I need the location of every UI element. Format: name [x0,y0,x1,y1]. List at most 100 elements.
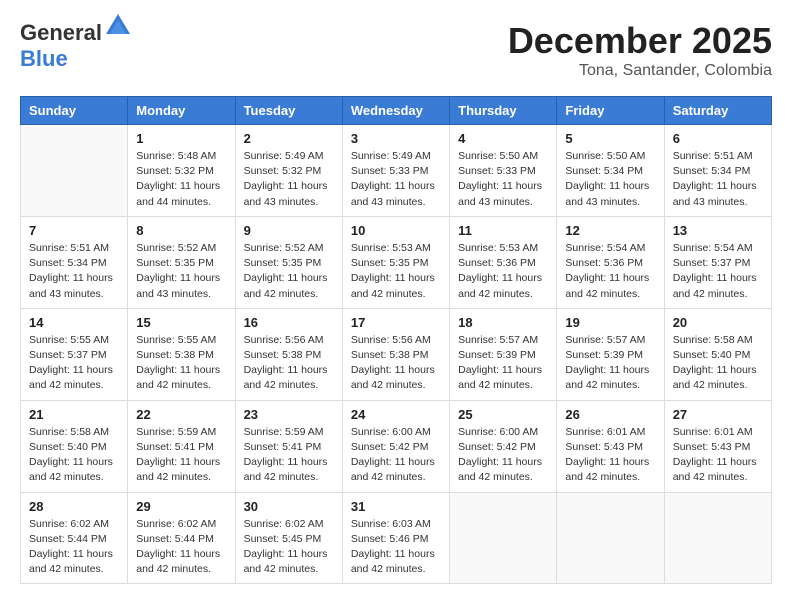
day-info: Sunrise: 5:53 AMSunset: 5:36 PMDaylight:… [458,241,548,302]
day-info: Sunrise: 5:54 AMSunset: 5:37 PMDaylight:… [673,241,763,302]
day-number: 14 [29,315,119,330]
calendar-cell: 30 Sunrise: 6:02 AMSunset: 5:45 PMDayligh… [235,492,342,584]
col-header-sunday: Sunday [21,97,128,125]
calendar-cell: 19 Sunrise: 5:57 AMSunset: 5:39 PMDayligh… [557,308,664,400]
calendar-cell [450,492,557,584]
day-info: Sunrise: 6:01 AMSunset: 5:43 PMDaylight:… [565,425,655,486]
day-number: 2 [244,131,334,146]
day-info: Sunrise: 5:52 AMSunset: 5:35 PMDaylight:… [136,241,226,302]
day-number: 6 [673,131,763,146]
calendar-cell: 31 Sunrise: 6:03 AMSunset: 5:46 PMDayligh… [342,492,449,584]
day-number: 11 [458,223,548,238]
day-number: 31 [351,499,441,514]
day-number: 8 [136,223,226,238]
logo: General Blue [20,20,132,72]
day-info: Sunrise: 6:03 AMSunset: 5:46 PMDaylight:… [351,517,441,578]
day-number: 25 [458,407,548,422]
day-number: 18 [458,315,548,330]
day-info: Sunrise: 5:53 AMSunset: 5:35 PMDaylight:… [351,241,441,302]
day-number: 7 [29,223,119,238]
calendar-cell: 17 Sunrise: 5:56 AMSunset: 5:38 PMDayligh… [342,308,449,400]
day-number: 23 [244,407,334,422]
day-info: Sunrise: 5:48 AMSunset: 5:32 PMDaylight:… [136,149,226,210]
col-header-monday: Monday [128,97,235,125]
day-info: Sunrise: 5:55 AMSunset: 5:38 PMDaylight:… [136,333,226,394]
col-header-tuesday: Tuesday [235,97,342,125]
day-info: Sunrise: 6:01 AMSunset: 5:43 PMDaylight:… [673,425,763,486]
calendar-cell: 13 Sunrise: 5:54 AMSunset: 5:37 PMDayligh… [664,216,771,308]
calendar-cell: 23 Sunrise: 5:59 AMSunset: 5:41 PMDayligh… [235,400,342,492]
calendar-cell: 5 Sunrise: 5:50 AMSunset: 5:34 PMDaylight… [557,125,664,217]
calendar-cell: 7 Sunrise: 5:51 AMSunset: 5:34 PMDaylight… [21,216,128,308]
day-info: Sunrise: 5:57 AMSunset: 5:39 PMDaylight:… [565,333,655,394]
logo-blue-text: Blue [20,46,68,71]
day-number: 20 [673,315,763,330]
day-info: Sunrise: 5:50 AMSunset: 5:34 PMDaylight:… [565,149,655,210]
day-number: 5 [565,131,655,146]
day-info: Sunrise: 6:02 AMSunset: 5:45 PMDaylight:… [244,517,334,578]
col-header-friday: Friday [557,97,664,125]
day-info: Sunrise: 5:56 AMSunset: 5:38 PMDaylight:… [244,333,334,394]
calendar-cell: 29Sunrise: 6:02 AMSunset: 5:44 PMDayligh… [128,492,235,584]
calendar-cell: 25Sunrise: 6:00 AMSunset: 5:42 PMDayligh… [450,400,557,492]
day-info: Sunrise: 6:02 AMSunset: 5:44 PMDaylight:… [29,517,119,578]
calendar-week-row: 7 Sunrise: 5:51 AMSunset: 5:34 PMDaylight… [21,216,772,308]
calendar-cell: 28Sunrise: 6:02 AMSunset: 5:44 PMDayligh… [21,492,128,584]
calendar-cell: 3 Sunrise: 5:49 AMSunset: 5:33 PMDaylight… [342,125,449,217]
day-number: 13 [673,223,763,238]
day-number: 26 [565,407,655,422]
day-info: Sunrise: 5:56 AMSunset: 5:38 PMDaylight:… [351,333,441,394]
logo-wordmark: General Blue [20,20,132,72]
calendar-cell [664,492,771,584]
calendar-header-row: SundayMondayTuesdayWednesdayThursdayFrid… [21,97,772,125]
calendar-week-row: 28Sunrise: 6:02 AMSunset: 5:44 PMDayligh… [21,492,772,584]
day-number: 22 [136,407,226,422]
main-title: December 2025 [508,20,772,62]
day-info: Sunrise: 5:55 AMSunset: 5:37 PMDaylight:… [29,333,119,394]
day-info: Sunrise: 5:59 AMSunset: 5:41 PMDaylight:… [244,425,334,486]
day-number: 4 [458,131,548,146]
day-number: 12 [565,223,655,238]
day-number: 17 [351,315,441,330]
day-number: 10 [351,223,441,238]
calendar-cell: 26 Sunrise: 6:01 AMSunset: 5:43 PMDayligh… [557,400,664,492]
day-number: 15 [136,315,226,330]
day-info: Sunrise: 5:58 AMSunset: 5:40 PMDaylight:… [29,425,119,486]
day-number: 1 [136,131,226,146]
logo-icon [104,12,132,40]
day-info: Sunrise: 5:49 AMSunset: 5:33 PMDaylight:… [351,149,441,210]
day-info: Sunrise: 5:59 AMSunset: 5:41 PMDaylight:… [136,425,226,486]
calendar-cell: 10 Sunrise: 5:53 AMSunset: 5:35 PMDayligh… [342,216,449,308]
calendar-cell: 9Sunrise: 5:52 AMSunset: 5:35 PMDaylight… [235,216,342,308]
calendar-week-row: 21 Sunrise: 5:58 AMSunset: 5:40 PMDayligh… [21,400,772,492]
day-number: 3 [351,131,441,146]
day-number: 30 [244,499,334,514]
calendar-cell: 8 Sunrise: 5:52 AMSunset: 5:35 PMDaylight… [128,216,235,308]
calendar-cell [21,125,128,217]
calendar-cell: 2 Sunrise: 5:49 AMSunset: 5:32 PMDaylight… [235,125,342,217]
calendar-cell: 18 Sunrise: 5:57 AMSunset: 5:39 PMDayligh… [450,308,557,400]
page-header: General Blue December 2025 Tona, Santand… [20,20,772,80]
day-info: Sunrise: 5:57 AMSunset: 5:39 PMDaylight:… [458,333,548,394]
calendar-cell: 16Sunrise: 5:56 AMSunset: 5:38 PMDayligh… [235,308,342,400]
day-info: Sunrise: 5:50 AMSunset: 5:33 PMDaylight:… [458,149,548,210]
day-info: Sunrise: 5:51 AMSunset: 5:34 PMDaylight:… [29,241,119,302]
day-info: Sunrise: 5:58 AMSunset: 5:40 PMDaylight:… [673,333,763,394]
logo-general-text: General [20,20,102,45]
sub-title: Tona, Santander, Colombia [508,62,772,80]
day-number: 21 [29,407,119,422]
calendar-week-row: 1 Sunrise: 5:48 AMSunset: 5:32 PMDaylight… [21,125,772,217]
day-info: Sunrise: 5:49 AMSunset: 5:32 PMDaylight:… [244,149,334,210]
day-info: Sunrise: 5:54 AMSunset: 5:36 PMDaylight:… [565,241,655,302]
calendar-cell: 11 Sunrise: 5:53 AMSunset: 5:36 PMDayligh… [450,216,557,308]
calendar-cell: 24Sunrise: 6:00 AMSunset: 5:42 PMDayligh… [342,400,449,492]
day-info: Sunrise: 5:52 AMSunset: 5:35 PMDaylight:… [244,241,334,302]
calendar-week-row: 14 Sunrise: 5:55 AMSunset: 5:37 PMDayligh… [21,308,772,400]
col-header-saturday: Saturday [664,97,771,125]
day-number: 19 [565,315,655,330]
title-block: December 2025 Tona, Santander, Colombia [508,20,772,80]
day-info: Sunrise: 5:51 AMSunset: 5:34 PMDaylight:… [673,149,763,210]
col-header-thursday: Thursday [450,97,557,125]
calendar-cell: 12 Sunrise: 5:54 AMSunset: 5:36 PMDayligh… [557,216,664,308]
calendar-cell: 4 Sunrise: 5:50 AMSunset: 5:33 PMDaylight… [450,125,557,217]
